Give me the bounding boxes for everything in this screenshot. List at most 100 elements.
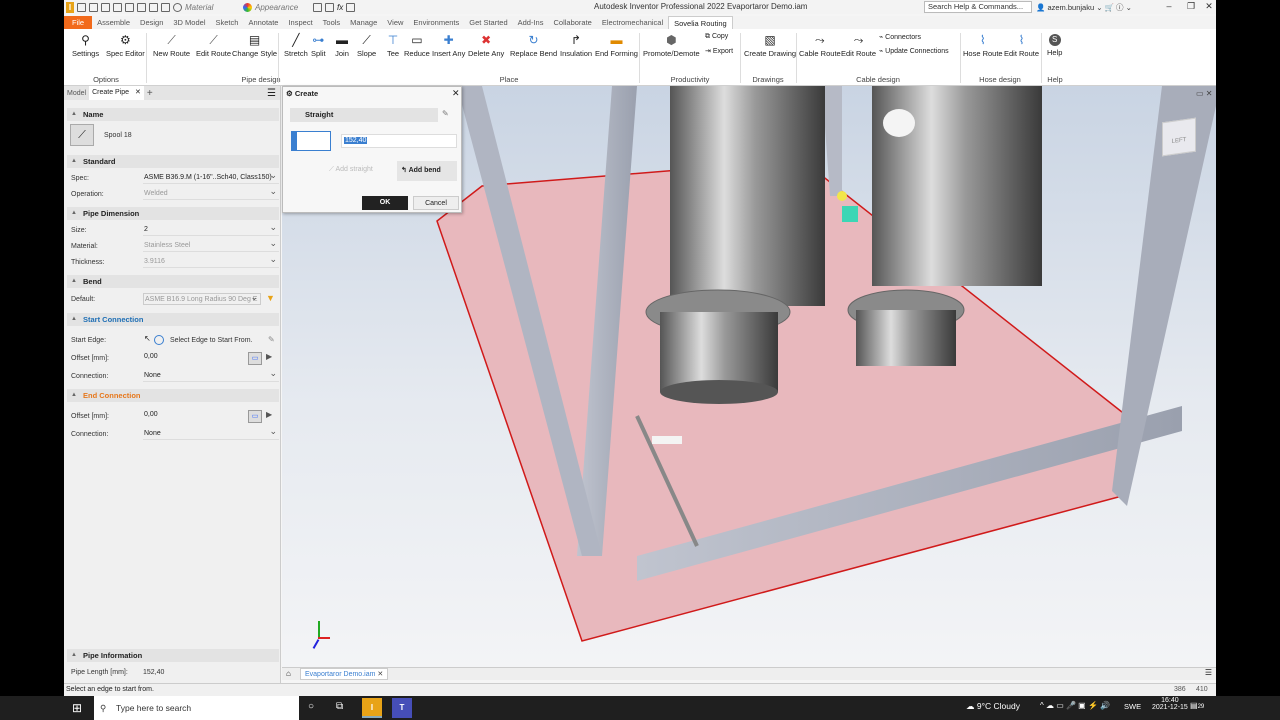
spec-editor-button[interactable]: ⚙ Spec Editor (106, 32, 145, 59)
straight-mode-header[interactable]: Straight (290, 108, 438, 122)
edit-route-button[interactable]: ⟋ Edit Route (196, 32, 231, 59)
export-button[interactable]: ⇥ Export (705, 47, 733, 55)
length-input[interactable]: 152,40 (341, 134, 457, 148)
copy-button[interactable]: ⧉ Copy (705, 33, 728, 41)
fx-icon[interactable]: fx (337, 3, 343, 12)
home-icon[interactable] (137, 2, 146, 12)
tab-manage[interactable]: Manage (345, 16, 382, 29)
dialog-close-icon[interactable]: ✕ (452, 88, 460, 99)
viewport-window-controls[interactable]: ▭ ✕ (1196, 89, 1212, 98)
tab-electromechanical[interactable]: Electromechanical (597, 16, 668, 29)
start-offset-input[interactable]: 0,00 (143, 351, 247, 363)
reduce-button[interactable]: ▭ Reduce (404, 32, 430, 59)
cancel-button[interactable]: Cancel (413, 196, 459, 210)
teams-taskbar-icon[interactable]: T (392, 698, 412, 718)
select-icon[interactable] (161, 2, 170, 12)
insert-any-button[interactable]: ✚ Insert Any (432, 32, 465, 59)
tab-design[interactable]: Design (135, 16, 168, 29)
add-straight-button[interactable]: ⟋ Add straight (329, 166, 373, 174)
user-account[interactable]: 👤 azem.bunjaku ⌄ 🛒 ⓘ ⌄ (1036, 2, 1132, 13)
new-route-button[interactable]: ⟋ New Route (153, 32, 190, 59)
name-section-header[interactable]: Name (67, 108, 279, 121)
save-icon[interactable] (101, 2, 110, 12)
undo-icon[interactable] (113, 2, 122, 12)
tab-inspect[interactable]: Inspect (283, 16, 317, 29)
new-file-icon[interactable] (77, 2, 86, 12)
cortana-icon[interactable]: ○ (308, 701, 314, 712)
taskbar-search-input[interactable]: ⚲ Type here to search (94, 696, 299, 720)
stretch-button[interactable]: ╱ Stretch (284, 32, 308, 59)
end-connection-section-header[interactable]: End Connection (67, 389, 279, 402)
material-icon[interactable] (173, 2, 182, 12)
filter-icon[interactable]: ▼ (266, 293, 275, 303)
adjust-icon[interactable] (313, 2, 322, 12)
view-cube[interactable]: LEFT (1162, 117, 1196, 157)
inventor-app-icon[interactable]: I (66, 1, 74, 13)
hose-edit-route-button[interactable]: ⌇ Edit Route (1004, 32, 1039, 59)
default-bend-select[interactable]: ASME B16.9 Long Radius 90 Deg E (143, 293, 261, 305)
end-offset-input[interactable]: 0,00 (143, 409, 247, 421)
appearance-icon[interactable] (243, 2, 252, 12)
cable-edit-route-button[interactable]: ⤳ Edit Route (841, 32, 876, 59)
tab-3d-model[interactable]: 3D Model (168, 16, 210, 29)
help-button[interactable]: S Help (1047, 32, 1062, 57)
tray-icons[interactable]: ^ ☁ ▭ 🎤 ▣ ⚡ 🔊 (1040, 701, 1110, 710)
add-bend-button[interactable]: ↰ Add bend (397, 161, 457, 181)
slope-button[interactable]: ⟋ Slope (357, 32, 376, 59)
change-style-button[interactable]: ▤ Change Style (232, 32, 277, 59)
promote-demote-button[interactable]: ⬢ Promote/Demote (643, 32, 700, 59)
tab-create-pipe[interactable]: Create Pipe ✕ (89, 86, 144, 100)
end-pick-icon[interactable]: ▶ (266, 410, 272, 419)
material-select[interactable]: Stainless Steel (143, 240, 279, 252)
tab-menu-icon[interactable]: ☰ (1205, 668, 1212, 677)
split-button[interactable]: ⊶ Split (311, 32, 326, 59)
select-edge-radio[interactable] (154, 335, 164, 345)
minimize-button[interactable]: – (1162, 0, 1176, 14)
end-measure-icon[interactable]: ▭ (248, 410, 262, 423)
bend-section-header[interactable]: Bend (67, 275, 279, 288)
thickness-select[interactable]: 3.9116 (143, 256, 279, 268)
ok-button[interactable]: OK (362, 196, 408, 210)
close-tab-icon[interactable]: ✕ (135, 89, 141, 96)
windows-start-icon[interactable]: ⊞ (72, 701, 82, 715)
edit-edge-icon[interactable]: ✎ (268, 335, 275, 344)
weather-widget[interactable]: ☁ 9°C Cloudy (966, 701, 1020, 712)
qat-more-icon[interactable] (346, 2, 356, 12)
close-window-button[interactable]: ✕ (1202, 0, 1216, 14)
start-connection-select[interactable]: None (143, 370, 279, 382)
measure-icon[interactable]: ▭ (248, 352, 262, 365)
tab-tools[interactable]: Tools (318, 16, 346, 29)
pick-icon[interactable]: ▶ (266, 352, 272, 361)
tab-get-started[interactable]: Get Started (464, 16, 512, 29)
tab-sovelia-routing[interactable]: Sovelia Routing (668, 16, 733, 29)
tab-collaborate[interactable]: Collaborate (548, 16, 596, 29)
replace-bend-button[interactable]: ↻ Replace Bend (510, 32, 557, 59)
update-icon[interactable] (149, 2, 158, 12)
tab-annotate[interactable]: Annotate (243, 16, 283, 29)
maximize-button[interactable]: ❐ (1184, 0, 1198, 14)
task-view-icon[interactable]: ⧉ (336, 701, 343, 712)
start-connection-section-header[interactable]: Start Connection (67, 313, 279, 326)
spec-select[interactable]: ASME B36.9.M (1-16"..Sch40, Class150) (143, 172, 279, 184)
delete-any-button[interactable]: ✖ Delete Any (468, 32, 504, 59)
material-dropdown[interactable]: Material (185, 3, 240, 12)
tab-environments[interactable]: Environments (408, 16, 464, 29)
size-select[interactable]: 2 (143, 224, 279, 236)
settings-button[interactable]: ⚲ Settings (72, 32, 99, 59)
panel-menu-icon[interactable]: ☰ (267, 88, 276, 99)
insulation-button[interactable]: ↱ Insulation (560, 32, 592, 59)
options-group-label[interactable]: Options (93, 75, 119, 84)
add-tab-icon[interactable]: + (144, 88, 156, 99)
cable-route-button[interactable]: ⤳ Cable Route (799, 32, 841, 59)
redo-icon[interactable] (125, 2, 134, 12)
operation-select[interactable]: Welded (143, 188, 279, 200)
open-file-icon[interactable] (89, 2, 98, 12)
help-search-input[interactable]: Search Help & Commands... (924, 1, 1032, 13)
inventor-taskbar-icon[interactable]: I (362, 698, 382, 718)
notification-icon[interactable]: ▤29 (1190, 701, 1204, 710)
tab-file[interactable]: File (64, 16, 93, 29)
pipe-dimension-section-header[interactable]: Pipe Dimension (67, 207, 279, 220)
standard-section-header[interactable]: Standard (67, 155, 279, 168)
start-edge-prompt[interactable]: Select Edge to Start From. (170, 337, 252, 344)
document-tab[interactable]: Evaportaror Demo.iam ✕ (300, 668, 389, 680)
